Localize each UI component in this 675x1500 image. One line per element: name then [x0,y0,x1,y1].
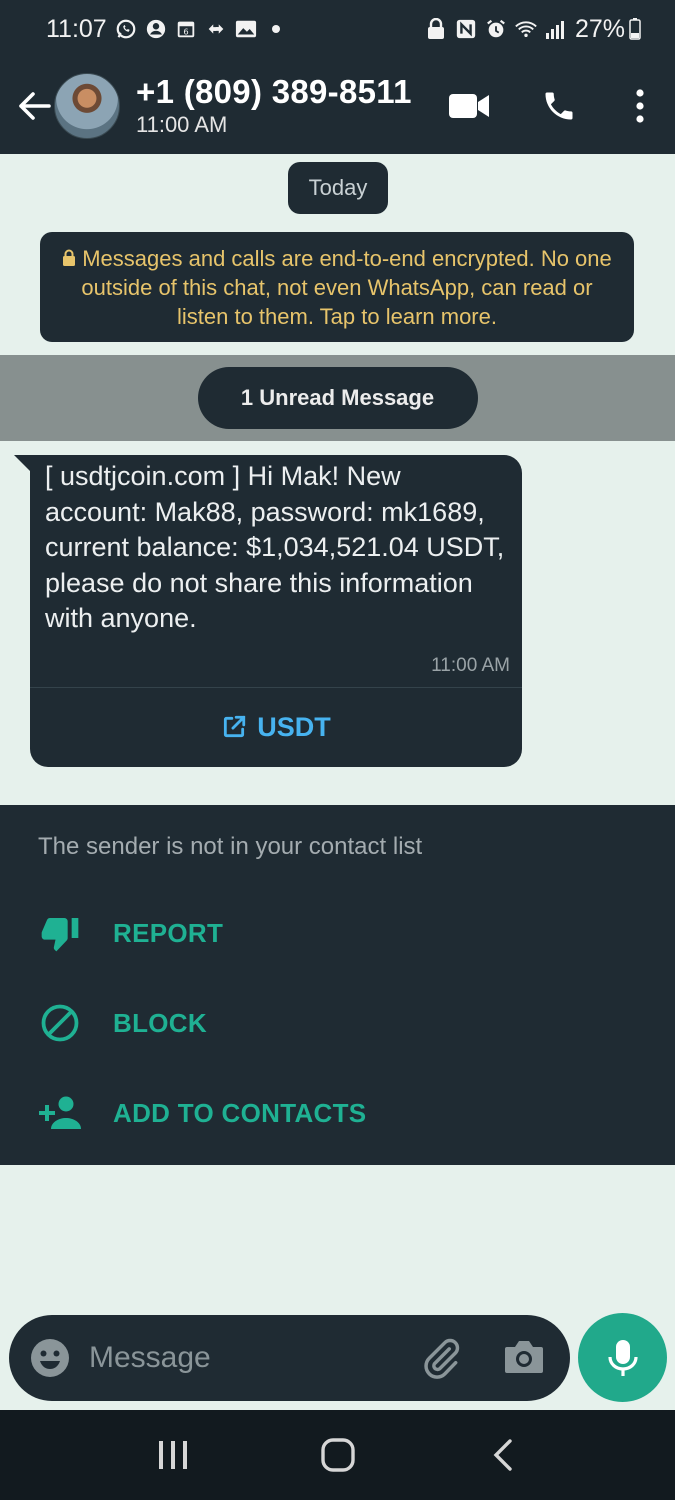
chat-area[interactable]: Today Messages and calls are end-to-end … [0,154,675,1310]
contact-name: +1 (809) 389-8511 [136,73,412,110]
voice-message-button[interactable] [578,1313,667,1402]
unknown-sender-note: The sender is not in your contact list [38,833,423,860]
message-link-label: USDT [257,711,331,742]
whatsapp-notification-icon [115,18,137,40]
block-icon [36,999,84,1047]
chat-header: +1 (809) 389-8511 11:00 AM [0,58,675,154]
status-time: 11:07 [46,14,107,43]
video-call-button[interactable] [445,82,493,130]
more-options-button[interactable] [625,82,655,130]
voice-call-button[interactable] [535,82,583,130]
back-arrow-icon [19,92,51,120]
report-button[interactable]: REPORT [36,903,223,963]
signal-icon [545,18,567,40]
report-label: REPORT [113,917,224,948]
camera-button[interactable] [503,1337,547,1381]
video-camera-icon [449,94,489,118]
home-button[interactable] [308,1425,368,1485]
encryption-notice[interactable]: Messages and calls are end-to-end encryp… [40,232,634,342]
encryption-notice-text: Messages and calls are end-to-end encryp… [81,246,612,329]
paperclip-icon [424,1338,460,1379]
svg-text:6: 6 [183,27,188,37]
chevron-left-icon [493,1439,512,1471]
message-input[interactable] [89,1333,389,1383]
block-label: BLOCK [113,1007,207,1038]
lock-icon [63,249,76,266]
unread-count-label: 1 Unread Message [197,367,478,429]
more-notifications-dot-icon [265,18,287,40]
gallery-notification-icon [235,18,257,40]
incoming-message-bubble[interactable]: [ usdtjcoin.com ] Hi Mak! New account: M… [14,455,522,767]
phone-icon [545,92,573,120]
battery-icon [629,18,641,40]
attach-button[interactable] [419,1337,463,1381]
recent-apps-button[interactable] [143,1425,203,1485]
camera-icon [505,1341,543,1373]
microphone-icon [607,1339,638,1376]
contact-avatar[interactable] [54,73,120,139]
lock-status-icon [425,18,447,40]
add-to-contacts-label: ADD TO CONTACTS [113,1097,367,1128]
wifi-icon [515,18,537,40]
calendar-notification-icon: 6 [175,18,197,40]
recent-apps-icon [158,1441,187,1469]
system-back-button[interactable] [473,1425,533,1485]
more-vertical-icon [636,89,644,123]
bubble-tail [14,455,30,471]
battery-level: 27% [574,14,625,43]
message-text: [ usdtjcoin.com ] Hi Mak! New account: M… [45,461,505,633]
account-notification-icon [145,18,167,40]
message-link-button[interactable]: USDT [30,688,522,766]
nfc-icon [455,18,477,40]
last-seen-time: 11:00 AM [136,112,228,137]
add-to-contacts-button[interactable]: ADD TO CONTACTS [36,1083,366,1143]
emoji-icon [31,1339,69,1377]
system-navigation-bar [0,1410,675,1500]
message-time: 11:00 AM [431,655,510,676]
status-bar: 11:07 6 27% [0,0,675,58]
date-chip: Today [288,162,388,214]
external-link-icon [224,715,246,738]
message-composer [9,1315,570,1401]
back-button[interactable] [8,76,60,136]
home-icon [320,1438,355,1472]
unread-divider: 1 Unread Message [0,355,675,441]
block-button[interactable]: BLOCK [36,993,207,1053]
alarm-icon [485,18,507,40]
sync-notification-icon [205,18,227,40]
battery-indicator: 27% [575,15,641,44]
unknown-sender-panel: The sender is not in your contact list R… [0,805,675,1165]
thumbs-down-icon [36,909,84,957]
add-person-icon [36,1089,84,1137]
contact-info[interactable]: +1 (809) 389-8511 11:00 AM [136,73,426,139]
emoji-button[interactable] [29,1337,71,1379]
